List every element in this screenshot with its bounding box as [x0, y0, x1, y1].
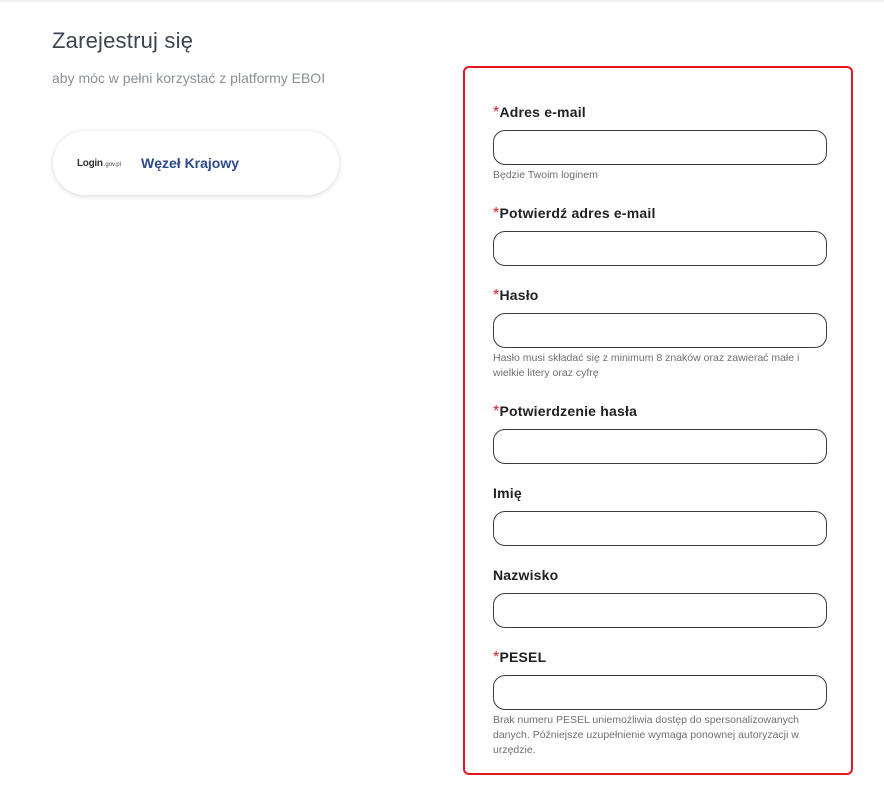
first-name-input[interactable]: [493, 511, 827, 546]
email-confirm-label: *Potwierdź adres e-mail: [493, 205, 656, 222]
page-subtitle: aby móc w pełni korzystać z platformy EB…: [52, 70, 326, 86]
pesel-hint: Brak numeru PESEL uniemożliwia dostęp do…: [493, 714, 800, 756]
password-confirm-input[interactable]: [493, 429, 827, 464]
pesel-input[interactable]: [493, 675, 827, 710]
field-email-confirm: *Potwierdź adres e-mail: [493, 203, 829, 266]
field-password: *Hasło Hasło musi składać się z minimum …: [493, 285, 829, 381]
last-name-label: Nazwisko: [493, 567, 559, 583]
login-gov-logo: Login .gov.pl: [77, 158, 127, 169]
password-input[interactable]: [493, 313, 827, 348]
field-last-name: Nazwisko: [493, 565, 829, 628]
field-pesel: *PESEL Brak numeru PESEL uniemożliwia do…: [493, 647, 829, 758]
field-first-name: Imię: [493, 483, 829, 546]
register-header: Zarejestruj się aby móc w pełni korzysta…: [52, 28, 412, 86]
logo-main-text: Login: [77, 157, 103, 169]
email-confirm-input[interactable]: [493, 231, 827, 266]
email-input[interactable]: [493, 130, 827, 165]
email-label: *Adres e-mail: [493, 104, 586, 121]
password-label: *Hasło: [493, 287, 539, 304]
field-password-confirm: *Potwierdzenie hasła: [493, 401, 829, 464]
pesel-label: *PESEL: [493, 649, 547, 666]
top-bar-shadow: [0, 0, 884, 4]
first-name-label: Imię: [493, 485, 522, 501]
password-confirm-label: *Potwierdzenie hasła: [493, 403, 638, 420]
login-gov-label: Węzeł Krajowy: [141, 155, 240, 171]
login-gov-button[interactable]: Login .gov.pl Węzeł Krajowy: [53, 131, 339, 195]
password-hint: Hasło musi składać się z minimum 8 znakó…: [493, 352, 800, 379]
page-title: Zarejestruj się: [52, 28, 194, 53]
registration-form: *Adres e-mail Będzie Twoim loginem *Potw…: [463, 66, 853, 775]
last-name-input[interactable]: [493, 593, 827, 628]
field-email: *Adres e-mail Będzie Twoim loginem: [493, 102, 829, 183]
logo-sub-text: .gov.pl: [103, 161, 121, 168]
email-hint: Będzie Twoim loginem: [493, 169, 598, 181]
